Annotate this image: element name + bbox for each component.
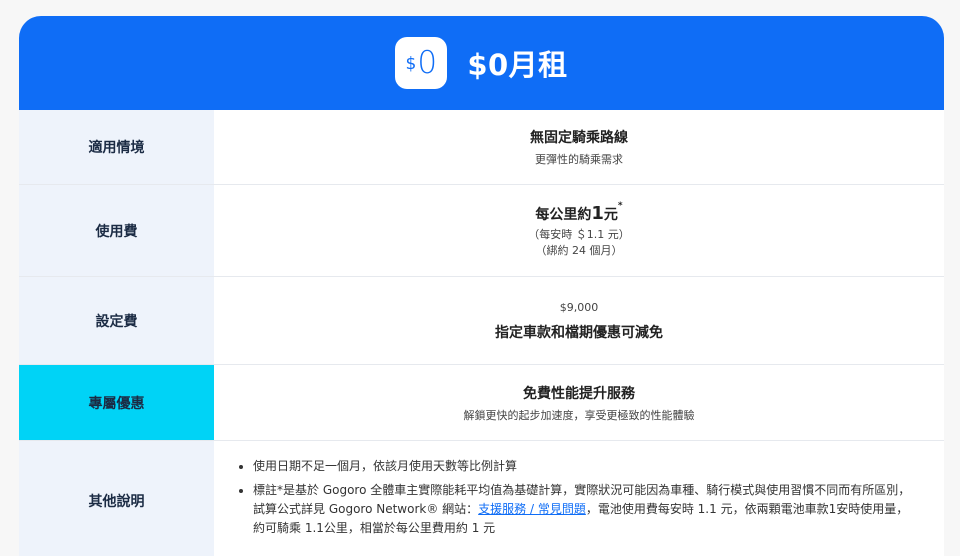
plan-header: $ 0 $0月租 <box>19 16 944 110</box>
faq-link[interactable]: 支援服務 / 常見問題 <box>478 502 586 516</box>
row-value-usage: 無固定騎乘路線 更彈性的騎乘需求 <box>214 110 944 184</box>
fee-main: 每公里約1元* <box>535 200 623 224</box>
row-value-fee: 每公里約1元* （每安時 ＄1.1 元） （綁約 24 個月） <box>214 185 944 276</box>
fee-prefix: 每公里約 <box>535 206 592 223</box>
usage-sub: 更彈性的騎乘需求 <box>535 153 623 166</box>
notes-item: 使用日期不足一個月，依該月使用天數等比例計算 <box>253 457 920 476</box>
zero-dollar-icon: $ 0 <box>395 37 448 89</box>
fee-mark: * <box>617 200 623 211</box>
row-value-notes: 使用日期不足一個月，依該月使用天數等比例計算 標註*是基於 Gogoro 全體車… <box>214 441 944 556</box>
logo-zero: 0 <box>417 44 438 81</box>
row-label-perk: 專屬優惠 <box>19 365 214 440</box>
fee-line2: （綁約 24 個月） <box>535 243 623 257</box>
row-notes: 其他說明 使用日期不足一個月，依該月使用天數等比例計算 標註*是基於 Gogor… <box>19 441 944 556</box>
setup-main: 指定車款和檔期優惠可減免 <box>495 324 663 341</box>
row-label-usage: 適用情境 <box>19 110 214 184</box>
row-label-setup: 設定費 <box>19 277 214 364</box>
perk-main: 免費性能提升服務 <box>523 385 635 402</box>
row-perk: 專屬優惠 免費性能提升服務 解鎖更快的起步加速度，享受更極致的性能體驗 <box>19 365 944 441</box>
plan-card: $ 0 $0月租 適用情境 無固定騎乘路線 更彈性的騎乘需求 使用費 每公里約1… <box>19 16 944 556</box>
row-value-setup: $9,000 指定車款和檔期優惠可減免 <box>214 277 944 364</box>
row-fee: 使用費 每公里約1元* （每安時 ＄1.1 元） （綁約 24 個月） <box>19 185 944 277</box>
row-label-notes: 其他說明 <box>19 441 214 556</box>
notes-list: 使用日期不足一個月，依該月使用天數等比例計算 標註*是基於 Gogoro 全體車… <box>235 457 920 543</box>
notes-item: 標註*是基於 Gogoro 全體車主實際能耗平均值為基礎計算，實際狀況可能因為車… <box>253 481 920 538</box>
usage-main: 無固定騎乘路線 <box>530 130 628 146</box>
perk-sub: 解鎖更快的起步加速度，享受更極致的性能體驗 <box>463 408 695 422</box>
row-value-perk: 免費性能提升服務 解鎖更快的起步加速度，享受更極致的性能體驗 <box>214 365 944 440</box>
fee-unit: 元 <box>603 206 618 223</box>
logo-dollar: $ <box>405 54 417 74</box>
setup-price: $9,000 <box>559 300 599 314</box>
row-usage: 適用情境 無固定騎乘路線 更彈性的騎乘需求 <box>19 110 944 185</box>
plan-title: $0月租 <box>467 48 568 82</box>
row-label-fee: 使用費 <box>19 185 214 276</box>
row-setup: 設定費 $9,000 指定車款和檔期優惠可減免 <box>19 277 944 365</box>
fee-amount: 1 <box>591 202 604 224</box>
fee-line1: （每安時 ＄1.1 元） <box>528 227 630 241</box>
